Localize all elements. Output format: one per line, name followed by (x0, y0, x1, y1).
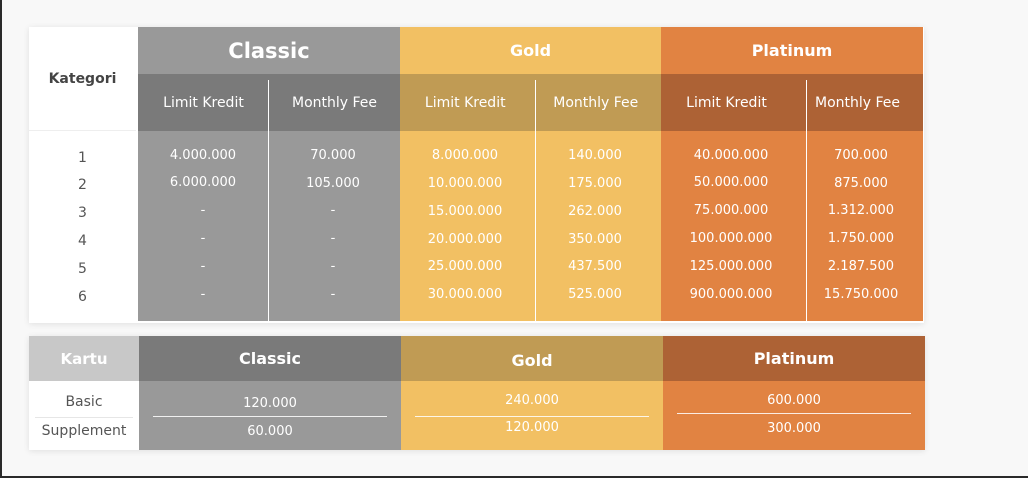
gold-limit-5: 25.000.000 (427, 259, 503, 274)
classic-title: Classic (228, 38, 310, 63)
card-platinum-column: Platinum 600.000 300.000 (663, 336, 925, 450)
category-row-5: 5 (78, 261, 87, 277)
gold-fee-header: Monthly Fee (553, 94, 639, 111)
gold-fee-5: 437.500 (568, 259, 622, 274)
platinum-fee-5: 2.187.500 (827, 259, 895, 274)
platinum-limit-1: 40.000.000 (693, 148, 769, 163)
platinum-limit-6: 900.000.000 (689, 287, 773, 302)
platinum-column: Platinum Limit Kredit Monthly Fee 40.000… (661, 27, 923, 321)
classic-fee-6: - (330, 287, 336, 302)
classic-limit-4: - (200, 231, 206, 246)
classic-fee-5: - (330, 259, 336, 274)
classic-limit-6: - (200, 287, 206, 302)
card-fee-table: Kartu Basic Supplement Classic 120.000 6… (29, 336, 925, 450)
card-gold-basic: 240.000 (505, 393, 559, 408)
classic-fee-4: - (330, 231, 336, 246)
gold-fee-2: 175.000 (568, 176, 622, 191)
platinum-fee-2: 875.000 (834, 176, 888, 191)
gold-limit-4: 20.000.000 (427, 232, 503, 247)
classic-limit-header: Limit Kredit (163, 94, 244, 111)
classic-fee-1: 70.000 (310, 148, 356, 163)
card-gold-column: Gold 240.000 120.000 (401, 336, 663, 450)
credit-limit-table: Kategori 1 2 3 4 5 6 Classic Limit Kredi… (29, 27, 924, 323)
platinum-limit-header: Limit Kredit (686, 94, 767, 111)
platinum-title: Platinum (751, 41, 833, 60)
card-header: Kartu (29, 336, 139, 381)
gold-column: Gold Limit Kredit Monthly Fee 8.000.000 … (400, 27, 661, 321)
category-column: Kategori 1 2 3 4 5 6 (29, 27, 136, 321)
gold-fee-6: 525.000 (568, 287, 622, 302)
classic-fee-header: Monthly Fee (291, 94, 378, 111)
card-gold-supplement: 120.000 (505, 420, 559, 435)
platinum-fee-4: 1.750.000 (827, 231, 895, 246)
gold-limit-3: 15.000.000 (427, 204, 503, 219)
card-classic-title: Classic (139, 336, 401, 381)
gold-fee-1: 140.000 (568, 148, 622, 163)
category-row-1: 1 (78, 150, 87, 166)
classic-limit-5: - (200, 259, 206, 274)
gold-limit-1: 8.000.000 (431, 148, 499, 163)
card-classic-supplement: 60.000 (247, 424, 293, 439)
card-platinum-supplement: 300.000 (767, 421, 821, 436)
platinum-fee-header: Monthly Fee (814, 94, 901, 111)
classic-subheader: Limit Kredit Monthly Fee (138, 74, 400, 131)
classic-fee-2: 105.000 (306, 176, 360, 191)
platinum-fee-6: 15.750.000 (823, 287, 899, 302)
basic-label: Basic (65, 394, 103, 410)
card-classic-basic: 120.000 (243, 396, 297, 411)
card-gold-title: Gold (401, 336, 663, 381)
supplement-label: Supplement (41, 423, 127, 439)
category-row-4: 4 (78, 233, 87, 249)
platinum-fee-3: 1.312.000 (827, 203, 895, 218)
classic-limit-3: - (200, 203, 206, 218)
card-platinum-title: Platinum (663, 336, 925, 381)
gold-limit-2: 10.000.000 (427, 176, 503, 191)
category-row-6: 6 (78, 289, 87, 305)
platinum-limit-4: 100.000.000 (689, 231, 773, 246)
platinum-fee-1: 700.000 (834, 148, 888, 163)
classic-column: Classic Limit Kredit Monthly Fee 4.000.0… (138, 27, 400, 321)
card-classic-rule (153, 416, 387, 417)
classic-limit-1: 4.000.000 (169, 148, 237, 163)
classic-fee-3: - (330, 203, 336, 218)
card-type-column: Kartu Basic Supplement (29, 336, 139, 450)
gold-subheader: Limit Kredit Monthly Fee (400, 74, 661, 131)
category-row-2: 2 (78, 177, 87, 193)
category-header: Kategori (29, 27, 136, 131)
card-platinum-rule (677, 413, 911, 414)
gold-limit-header: Limit Kredit (424, 94, 506, 111)
platinum-limit-5: 125.000.000 (689, 259, 773, 274)
card-classic-column: Classic 120.000 60.000 (139, 336, 401, 450)
platinum-limit-2: 50.000.000 (693, 175, 769, 190)
platinum-limit-3: 75.000.000 (693, 203, 769, 218)
card-platinum-basic: 600.000 (767, 393, 821, 408)
platinum-subheader: Limit Kredit Monthly Fee (661, 74, 923, 131)
gold-limit-6: 30.000.000 (427, 287, 503, 302)
classic-limit-2: 6.000.000 (169, 175, 237, 190)
gold-title: Gold (509, 41, 552, 60)
category-row-3: 3 (78, 205, 87, 221)
gold-fee-4: 350.000 (568, 232, 622, 247)
gold-fee-3: 262.000 (568, 204, 622, 219)
